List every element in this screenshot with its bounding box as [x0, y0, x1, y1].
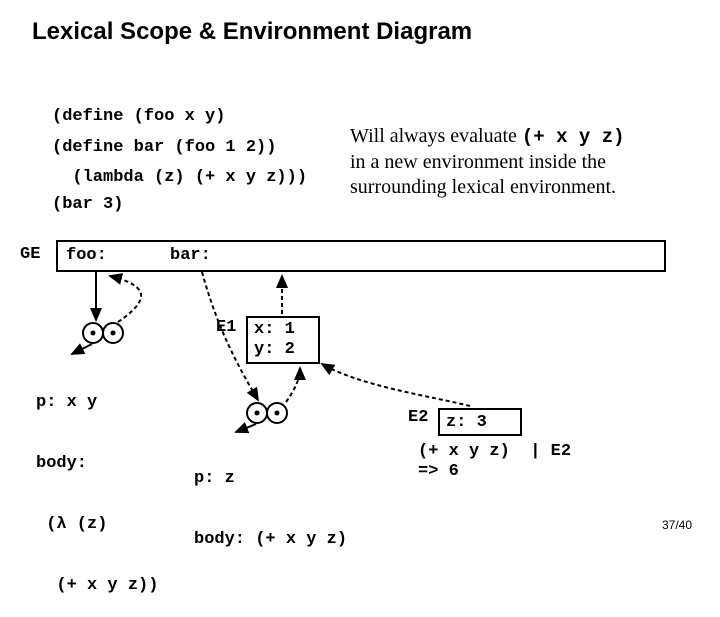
closure-line: body: (+ x y z): [194, 530, 347, 550]
closure-bar-body: p: z body: (+ x y z): [194, 428, 347, 571]
note-line: Will always evaluate (+ x y z): [350, 124, 700, 150]
e2-result: => 6: [418, 462, 459, 482]
code-line: (define (foo x y): [52, 107, 307, 127]
e1-y: y: 2: [254, 340, 295, 360]
ge-bar-label: bar:: [170, 246, 211, 266]
page-number: 37/40: [662, 518, 692, 532]
code-call-bar: (bar 3): [52, 195, 123, 215]
note-line: in a new environment inside the: [350, 150, 700, 175]
note-span: Will always evaluate: [350, 125, 522, 147]
e2-eval: (+ x y z) | E2: [418, 442, 571, 462]
e1-label: E1: [216, 318, 236, 338]
note-code: (+ x y z): [522, 126, 625, 148]
code-define-bar: (define bar (foo 1 2)): [52, 138, 276, 158]
e1-frame: x: 1 y: 2: [246, 316, 320, 364]
closure-foo-body: p: x y body: (λ (z) (+ x y z)): [36, 352, 158, 617]
ge-label: GE: [20, 245, 40, 265]
closure-foo-icon: [82, 322, 128, 346]
closure-bar-icon: [246, 402, 292, 426]
note-line: surrounding lexical environment.: [350, 175, 700, 200]
closure-line: p: x y: [36, 393, 158, 413]
code-line: (lambda (z) (+ x y z))): [52, 168, 307, 188]
closure-line: body:: [36, 454, 158, 474]
e2-z: z: 3: [446, 413, 487, 433]
ge-foo-label: foo:: [66, 246, 107, 266]
e2-label: E2: [408, 408, 428, 428]
e1-x: x: 1: [254, 320, 295, 340]
closure-line: (+ x y z)): [36, 576, 158, 596]
note-text: Will always evaluate (+ x y z) in a new …: [350, 124, 700, 200]
closure-line: (λ (z): [36, 515, 158, 535]
global-environment-frame: foo: bar:: [56, 240, 666, 272]
page-title: Lexical Scope & Environment Diagram: [32, 18, 472, 46]
e2-frame: z: 3: [438, 408, 522, 436]
closure-line: p: z: [194, 469, 347, 489]
